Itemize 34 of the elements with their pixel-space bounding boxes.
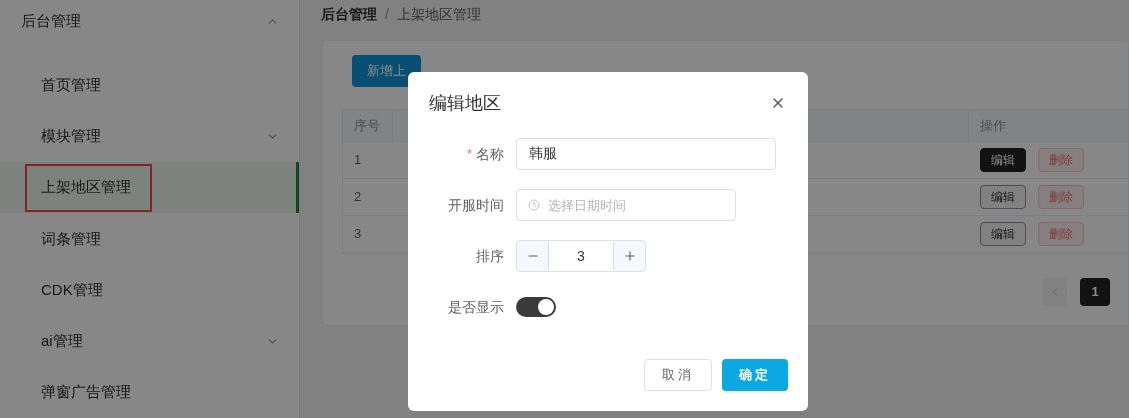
table-cell-text: 3: [353, 225, 363, 244]
required-mark: *: [466, 145, 472, 164]
sidebar-item[interactable]: ai管理: [0, 315, 299, 367]
decrement-button[interactable]: [516, 240, 549, 272]
menu-group[interactable]: 后台管理: [0, 0, 299, 43]
confirm-button[interactable]: 确定: [722, 359, 788, 391]
toggle-switch[interactable]: [516, 297, 556, 317]
dialog-title: 编辑地区: [429, 91, 501, 115]
breadcrumb-item: 上架地区管理: [396, 4, 481, 24]
table-cell-text: 1: [353, 151, 363, 170]
datetime-field[interactable]: 选择日期时间: [516, 189, 736, 221]
edit-button[interactable]: 编辑: [980, 185, 1026, 209]
breadcrumb-separator: /: [385, 4, 389, 24]
clock-icon: [528, 199, 540, 211]
edit-button[interactable]: 编辑: [980, 222, 1026, 246]
sidebar-item[interactable]: 弹窗广告管理: [0, 366, 299, 418]
field-label: 名称: [476, 144, 504, 164]
sidebar-item[interactable]: CDK管理: [0, 264, 299, 316]
field-label: 开服时间: [448, 195, 504, 215]
breadcrumb-item[interactable]: 后台管理: [321, 3, 377, 25]
cancel-button[interactable]: 取消: [644, 359, 712, 391]
name-field[interactable]: 韩服: [516, 138, 776, 170]
plus-icon: [622, 249, 637, 263]
increment-button[interactable]: [613, 240, 646, 272]
field-label: 排序: [476, 246, 504, 266]
sidebar-item[interactable]: 上架地区管理: [0, 162, 299, 214]
menu-group-label: 后台管理: [21, 11, 81, 31]
table-cell-text: 2: [353, 188, 363, 207]
add-region-button[interactable]: 新增上: [352, 55, 421, 87]
sidebar-item[interactable]: 词条管理: [0, 213, 299, 265]
edit-button[interactable]: 编辑: [980, 148, 1026, 172]
sidebar-item[interactable]: 首页管理: [0, 59, 299, 111]
page-button[interactable]: 1: [1080, 278, 1110, 306]
field-label: 是否显示: [448, 297, 504, 317]
